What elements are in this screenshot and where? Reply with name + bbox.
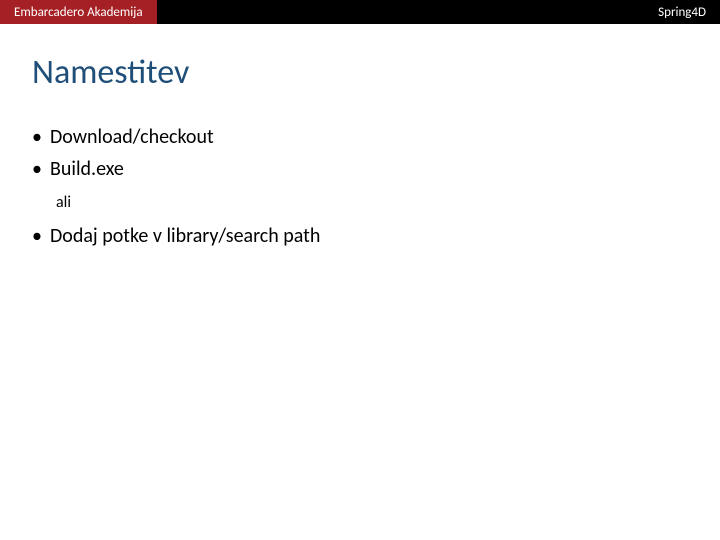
list-item: • Build.exe: [32, 155, 688, 183]
header-right-text: Spring4D: [658, 5, 706, 20]
bullet-text: Dodaj potke v library/search path: [50, 222, 320, 250]
bullet-icon: •: [32, 123, 42, 151]
slide-title: Namestitev: [32, 52, 688, 93]
header-right-label: Spring4D: [658, 5, 706, 20]
bullet-text: Build.exe: [50, 155, 124, 183]
bullet-text: Download/checkout: [50, 123, 214, 151]
list-item: • Download/checkout: [32, 123, 688, 151]
bullet-list-2: • Dodaj potke v library/search path: [32, 222, 688, 250]
bullet-icon: •: [32, 155, 42, 183]
bullet-list-1: • Download/checkout • Build.exe: [32, 123, 688, 183]
header-bar: Embarcadero Akademija Spring4D: [0, 0, 720, 24]
header-left-text: Embarcadero Akademija: [14, 5, 143, 20]
list-item: • Dodaj potke v library/search path: [32, 222, 688, 250]
header-left-badge: Embarcadero Akademija: [0, 0, 157, 24]
separator-text: ali: [56, 193, 688, 212]
slide-content: Namestitev • Download/checkout • Build.e…: [0, 24, 720, 282]
bullet-icon: •: [32, 222, 42, 250]
